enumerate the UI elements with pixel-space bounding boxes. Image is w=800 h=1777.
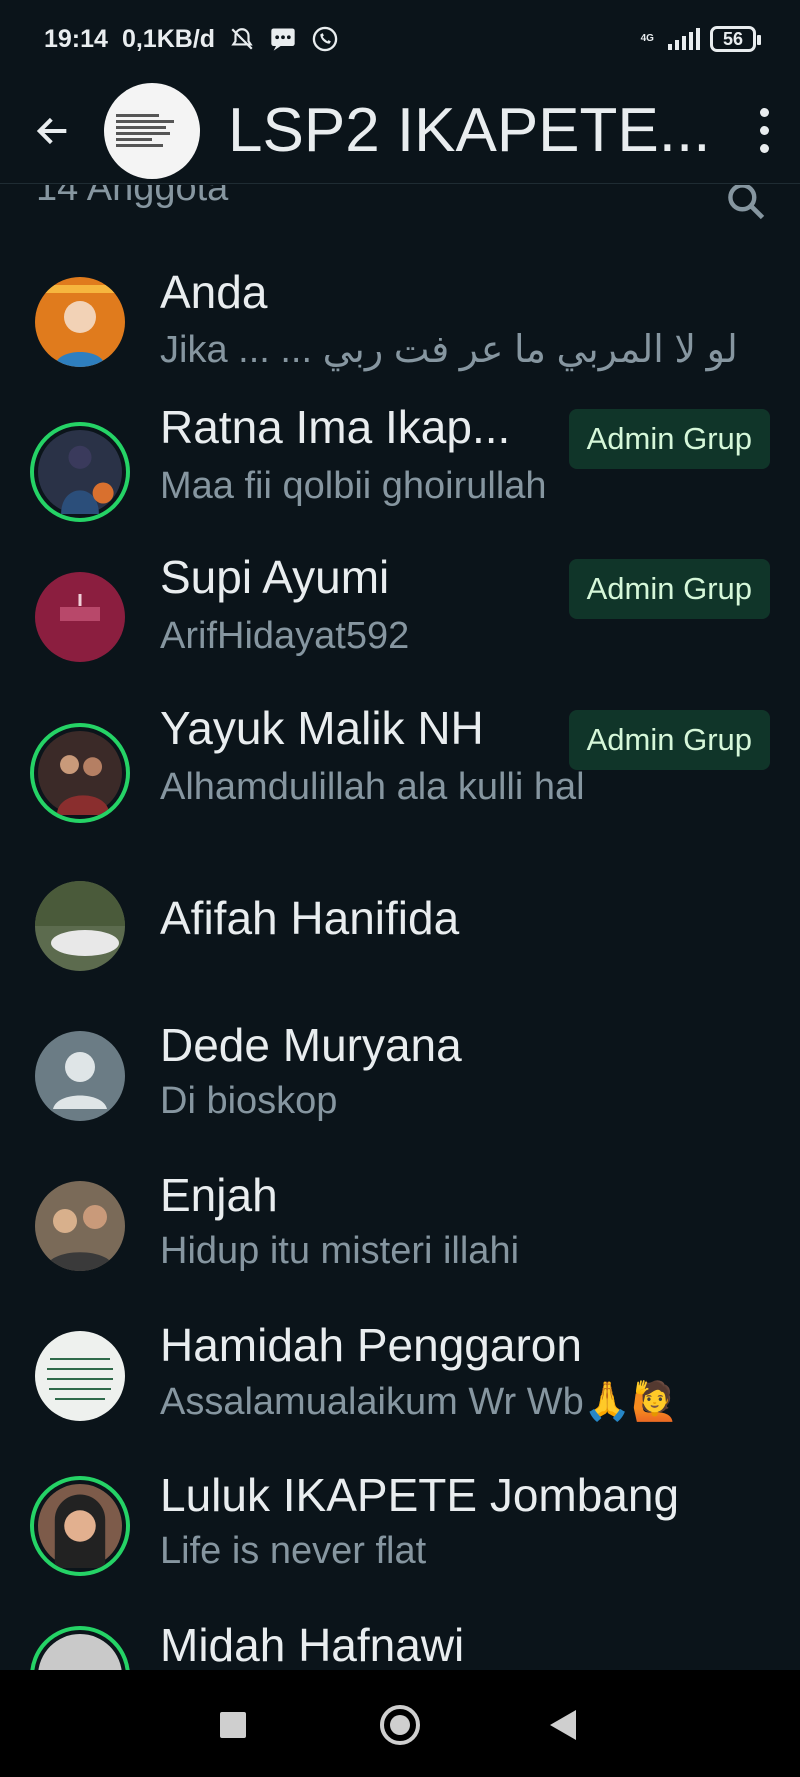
app-bar: LSP2 IKAPETE... [0, 78, 800, 184]
members-header: 14 Anggota [0, 185, 800, 225]
signal-icon [667, 28, 700, 50]
message-icon [271, 28, 295, 51]
more-options-button[interactable] [734, 91, 794, 171]
member-name: Anda [160, 266, 268, 318]
admin-badge: Admin Grup [568, 710, 770, 770]
member-about: ArifHidayat592 [160, 615, 410, 657]
member-list: Anda Jika ... ... لو لا المربي ما عر فت … [0, 240, 800, 1670]
member-row[interactable]: Anda Jika ... ... لو لا المربي ما عر فت … [0, 240, 800, 390]
back-arrow-icon [36, 117, 67, 144]
search-icon [728, 185, 765, 220]
avatar [35, 1181, 125, 1271]
more-vert-icon [759, 108, 769, 117]
member-about: Jika ... ... لو لا المربي ما عر فت ربي [160, 329, 738, 371]
member-name: Supi Ayumi [160, 551, 390, 603]
admin-badge: Admin Grup [568, 559, 770, 619]
member-about: Hidup itu misteri illahi [160, 1230, 520, 1272]
system-back-button[interactable] [550, 1710, 576, 1740]
member-name: Luluk IKAPETE Jombang [160, 1469, 680, 1521]
member-name: Midah Hafnawi [160, 1619, 465, 1670]
member-row[interactable]: Hamidah Penggaron Assalamualaikum Wr Wb🙏… [0, 1286, 800, 1436]
member-row[interactable]: Enjah Hidup itu misteri illahi [0, 1136, 800, 1286]
avatar [30, 422, 130, 522]
avatar [30, 1476, 130, 1576]
group-avatar[interactable] [104, 82, 200, 179]
recents-button[interactable] [220, 1712, 246, 1738]
avatar [35, 572, 125, 662]
member-row[interactable]: Dede Muryana Di bioskop [0, 986, 800, 1136]
default-profile-icon [53, 1052, 107, 1109]
member-row[interactable]: Afifah Hanifida [0, 836, 800, 986]
member-row[interactable]: Midah Hafnawi [0, 1586, 800, 1670]
status-bar: 19:14 0,1KB/d 4G 56 [0, 0, 800, 78]
avatar [35, 277, 125, 367]
member-row[interactable]: Ratna Ima Ikap... Admin Grup Maa fii qol… [0, 385, 800, 535]
member-name: Afifah Hanifida [160, 892, 460, 944]
data-rate: 0,1KB/d [121, 24, 216, 53]
group-title[interactable]: LSP2 IKAPETE... [228, 95, 734, 166]
avatar [30, 723, 130, 823]
member-about: Assalamualaikum Wr Wb🙏🙋 [160, 1381, 679, 1423]
avatar [35, 1031, 125, 1121]
back-button[interactable] [18, 91, 88, 171]
member-name: Enjah [160, 1169, 278, 1221]
member-count: 14 Anggota [36, 185, 229, 209]
member-name: Hamidah Penggaron [160, 1319, 582, 1371]
whatsapp-icon [312, 26, 338, 52]
member-about: Alhamdulillah ala kulli hal [160, 766, 585, 808]
system-nav-bar [0, 1670, 800, 1777]
avatar [30, 1626, 130, 1670]
avatar [35, 881, 125, 971]
member-about: Life is never flat [160, 1530, 427, 1572]
home-button[interactable] [380, 1705, 420, 1745]
admin-badge: Admin Grup [568, 409, 770, 469]
avatar [35, 1331, 125, 1421]
member-row[interactable]: Luluk IKAPETE Jombang Life is never flat [0, 1436, 800, 1586]
member-about: Maa fii qolbii ghoirullah [160, 465, 547, 507]
member-row[interactable]: Yayuk Malik NH Admin Grup Alhamdulillah … [0, 686, 800, 836]
member-about: Di bioskop [160, 1080, 338, 1122]
network-type: 4G [640, 33, 654, 44]
mute-bell-icon [231, 28, 253, 50]
member-name: Dede Muryana [160, 1019, 462, 1071]
member-name: Ratna Ima Ikap... [160, 401, 511, 453]
search-members-button[interactable] [724, 185, 768, 225]
clock: 19:14 [44, 24, 108, 53]
battery-indicator: 56 [709, 26, 762, 52]
member-row[interactable]: Supi Ayumi Admin Grup ArifHidayat592 [0, 535, 800, 685]
member-name: Yayuk Malik NH [160, 702, 484, 754]
